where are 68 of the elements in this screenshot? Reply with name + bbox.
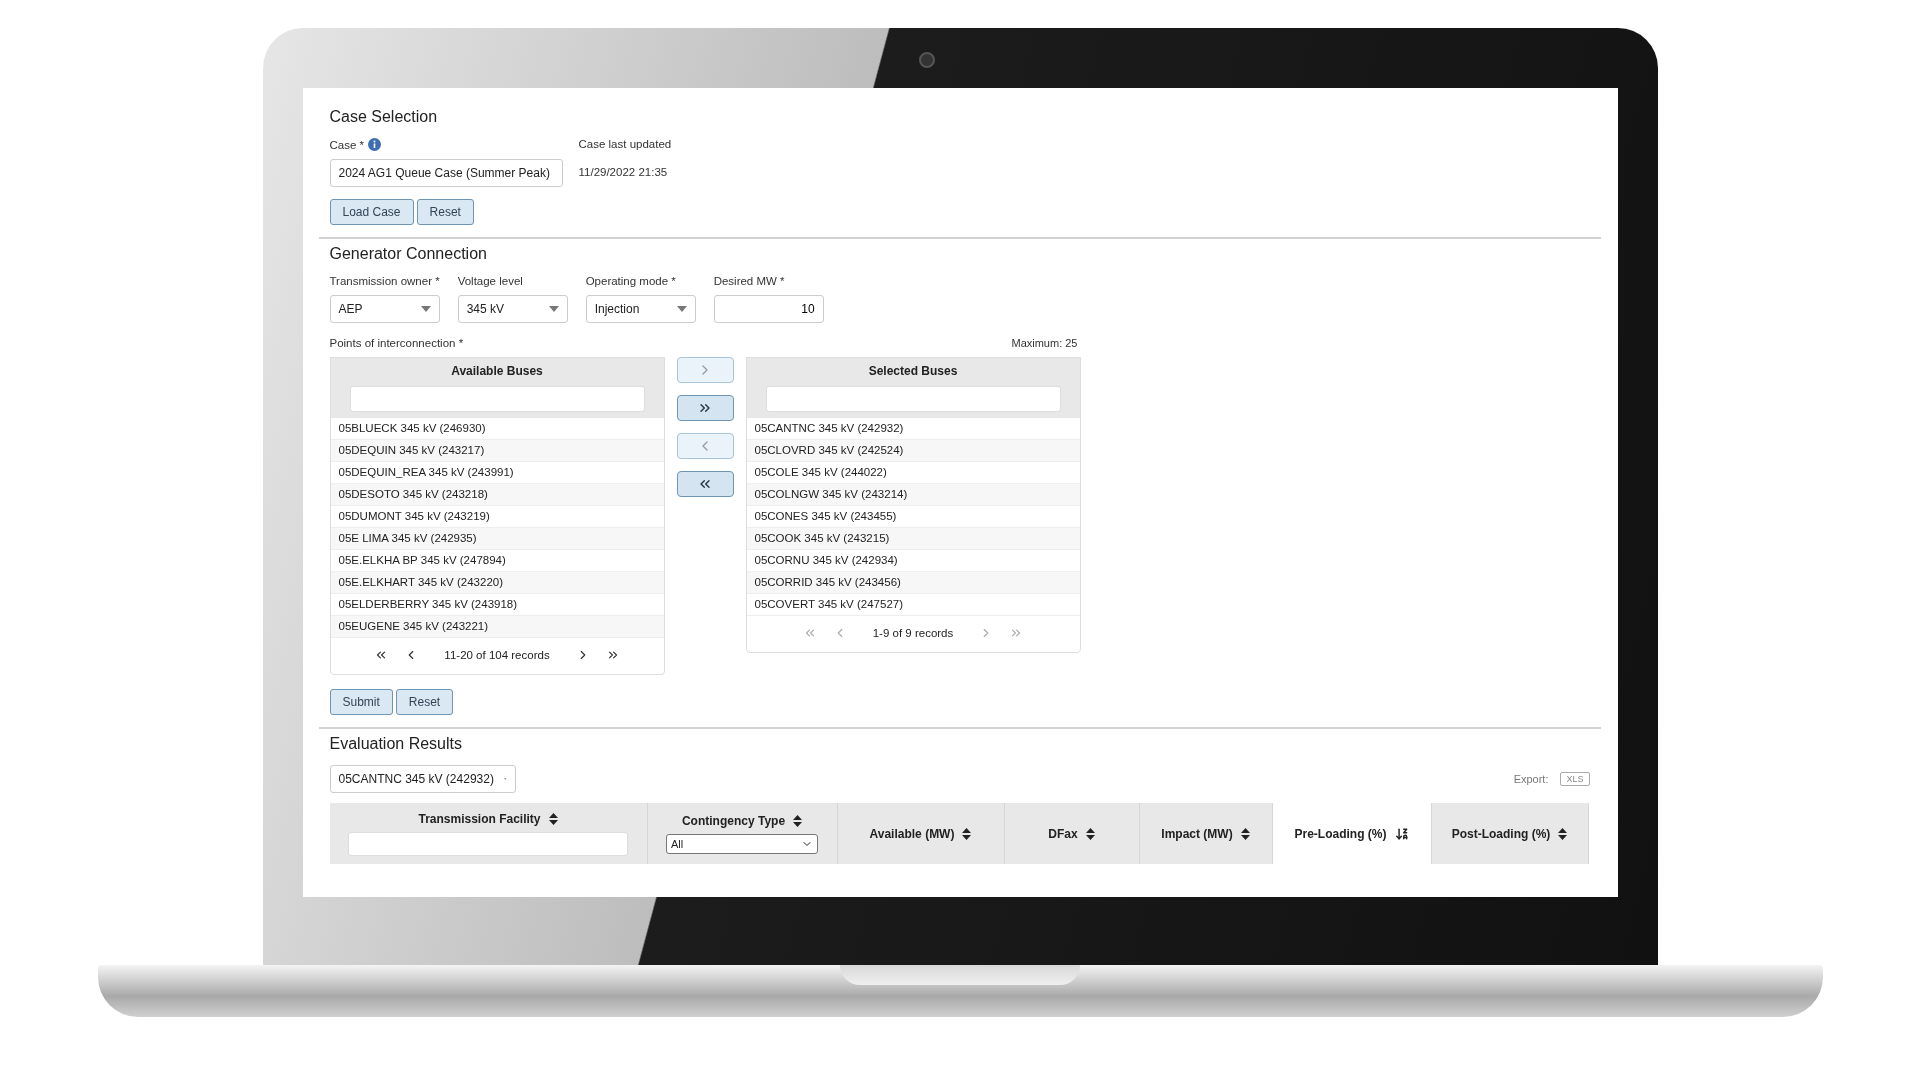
bus-list-item[interactable]: 05CORRID 345 kV (243456) <box>746 572 1080 594</box>
action-button[interactable]: Submit <box>329 689 393 715</box>
records-count: 1-9 of 9 records <box>872 627 954 639</box>
panel-title: Available Buses <box>451 364 543 378</box>
column-header[interactable]: Available (MW) <box>837 803 1005 864</box>
panel-title: Selected Buses <box>868 364 958 378</box>
filter-field[interactable] <box>348 831 628 856</box>
bus-list-item[interactable]: 05E.ELKHART 345 kV (243220) <box>330 572 664 594</box>
column-header[interactable]: Impact (MW) <box>1139 803 1273 864</box>
bus-list-item[interactable]: 05CLOVRD 345 kV (242524) <box>746 440 1080 462</box>
filter-dropdown[interactable]: All <box>666 833 818 854</box>
sort-icon[interactable] <box>962 827 972 840</box>
bus-dropdown[interactable]: 05CANTNC 345 kV (242932) <box>329 765 516 793</box>
column-title: Impact (MW) <box>1161 826 1233 841</box>
column-title: Post-Loading (%) <box>1451 826 1551 841</box>
field-label: Transmission owner * <box>329 275 440 287</box>
column-header[interactable]: Contingency Type All <box>647 803 838 864</box>
action-button[interactable]: Reset <box>416 199 474 225</box>
bus-list-item[interactable]: 05DEQUIN 345 kV (243217) <box>330 440 664 462</box>
column-title: Contingency Type <box>681 813 786 828</box>
records-count: 11-20 of 104 records <box>444 649 550 661</box>
column-title: DFax <box>1048 826 1078 841</box>
field-label: Case last updated <box>578 138 672 150</box>
bus-list-item[interactable]: 05E LIMA 345 kV (242935) <box>330 528 664 550</box>
caret-icon <box>548 306 559 312</box>
updated-value: 11/29/2022 21:35 <box>578 166 668 178</box>
sort-icon[interactable] <box>1085 827 1095 840</box>
export-label: Export: <box>1513 773 1549 785</box>
field-label: Case * <box>329 138 563 151</box>
filter-field[interactable] <box>765 386 1061 412</box>
field-label: Desired MW * <box>713 275 786 287</box>
bus-list-item[interactable]: 05EUGENE 345 kV (243221) <box>330 616 664 638</box>
sort-icon[interactable] <box>793 814 803 827</box>
column-header[interactable]: DFax <box>1004 803 1140 864</box>
section-title: Case Selection <box>329 108 439 126</box>
column-header[interactable]: Post-Loading (%) <box>1431 803 1589 864</box>
section-title: Generator Connection <box>329 245 488 263</box>
sort-icon[interactable] <box>1558 827 1568 840</box>
column-title: Pre-Loading (%) <box>1294 826 1387 841</box>
bus-list-item[interactable]: 05DESOTO 345 kV (243218) <box>330 484 664 506</box>
move-all-right-button[interactable] <box>676 395 734 421</box>
column-title: Available (MW) <box>869 826 955 841</box>
move-all-left-button[interactable] <box>676 471 734 497</box>
column-header[interactable]: Transmission Facility <box>329 803 648 864</box>
caret-icon <box>420 306 431 312</box>
filter-field[interactable] <box>349 386 645 412</box>
camera-icon <box>918 52 935 68</box>
number-field[interactable]: 10 <box>713 295 824 323</box>
field-label: Points of interconnection * <box>329 337 464 349</box>
field-label: Operating mode * <box>585 275 677 287</box>
caret-icon <box>676 306 687 312</box>
info-icon[interactable] <box>368 138 382 151</box>
bus-list-item[interactable]: 05COOK 345 kV (243215) <box>746 528 1080 550</box>
dropdown-field[interactable]: 345 kV <box>457 295 568 323</box>
dropdown-field[interactable]: Injection <box>585 295 696 323</box>
xls-export-button[interactable]: XLS <box>1560 772 1590 786</box>
maximum-label: Maximum: 25 <box>1011 337 1078 349</box>
section-title: Evaluation Results <box>329 735 463 753</box>
bus-list-item[interactable]: 05COLNGW 345 kV (243214) <box>746 484 1080 506</box>
field-label: Voltage level <box>457 275 524 287</box>
sort-descending-icon[interactable] <box>1394 826 1409 841</box>
sort-icon[interactable] <box>1240 827 1250 840</box>
action-button[interactable]: Load Case <box>329 199 414 225</box>
dropdown-field[interactable]: AEP <box>329 295 440 323</box>
column-title: Transmission Facility <box>418 811 541 826</box>
sort-icon[interactable] <box>548 812 558 825</box>
action-button[interactable]: Reset <box>395 689 454 715</box>
case-dropdown[interactable]: 2024 AG1 Queue Case (Summer Peak) <box>329 159 563 187</box>
